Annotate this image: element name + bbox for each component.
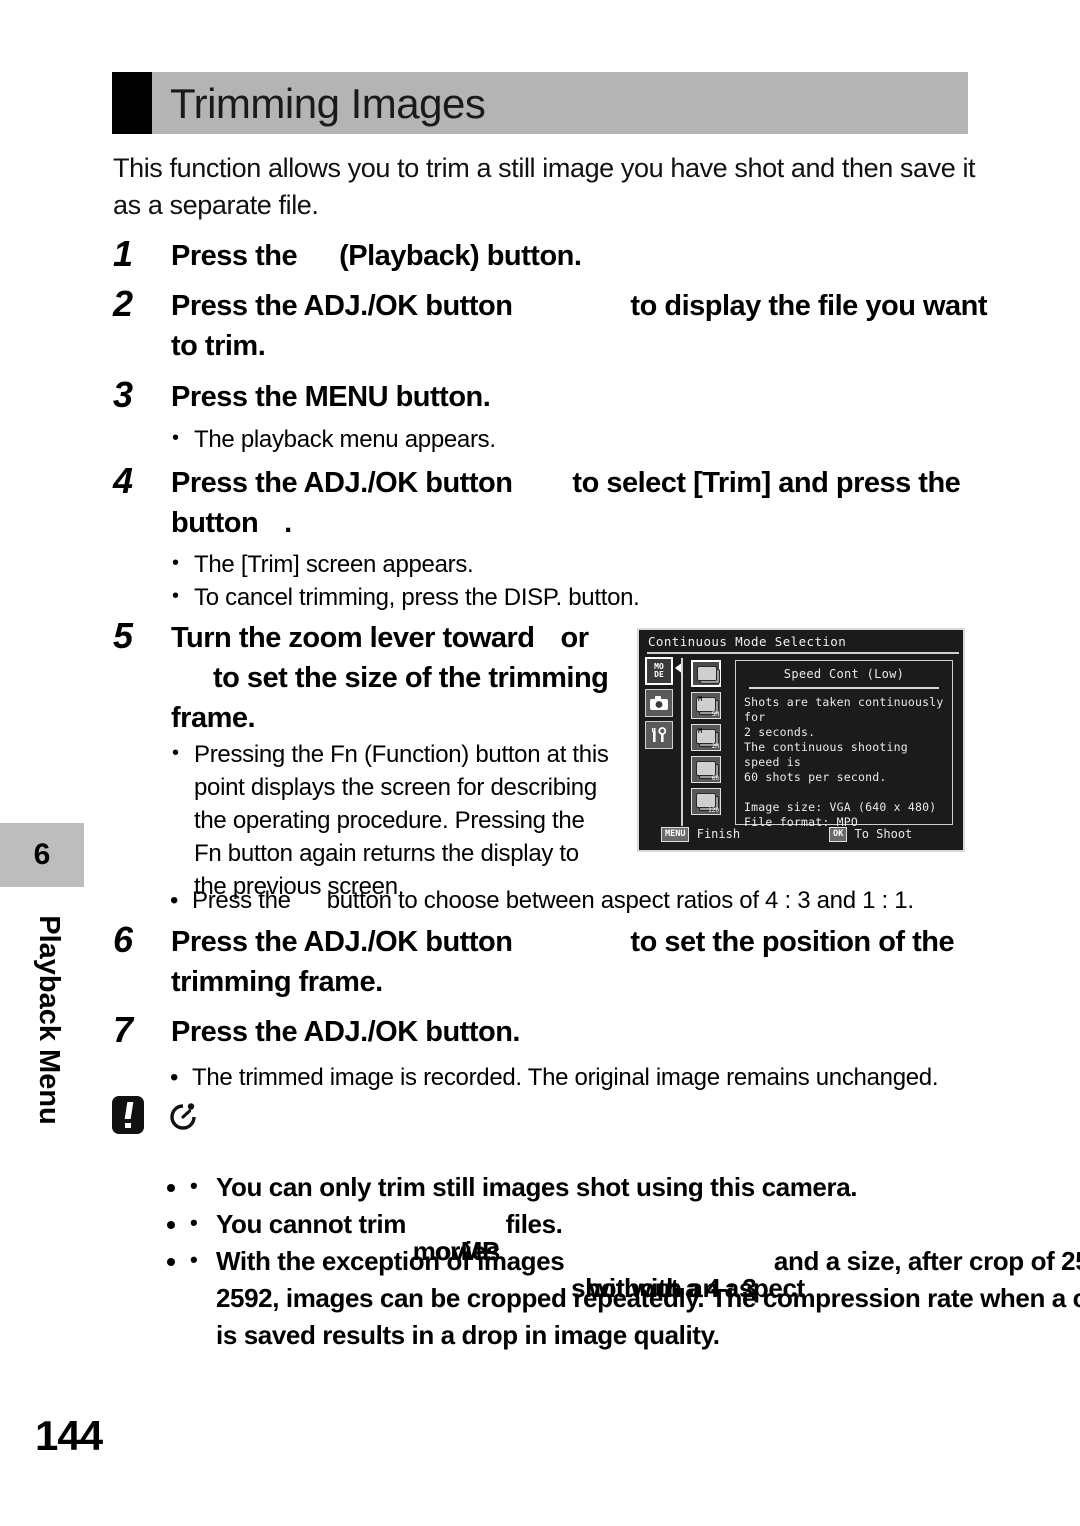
list-item: To cancel trimming, press the DISP. butt… [170, 580, 990, 614]
chapter-label: Playback Menu [33, 915, 66, 1125]
step-6: 6 Press the ADJ./OK button to set the pos… [113, 922, 993, 1002]
aspect-note-before: Press the [192, 887, 291, 914]
manual-page: 6 Playback Menu Trimming Images This fun… [0, 0, 1080, 1526]
page-number: 144 [35, 1412, 103, 1459]
step-4: 4 Press the ADJ./OK button to select [Tri… [113, 463, 993, 543]
step-4-notes: The [Trim] screen appears. To cancel tri… [170, 547, 990, 614]
continuous-icon[interactable] [691, 660, 721, 687]
step-5-text: Turn the zoom lever toward or to set the s… [171, 618, 613, 738]
camera-lcd-screenshot: Continuous Mode Selection MO DE M 5M M 2… [637, 628, 965, 852]
step-7-notes: • The trimmed image is recorded. The orig… [170, 1061, 1050, 1094]
aspect-note-after: button to choose between aspect ratios o… [326, 887, 914, 914]
list-item: You can only trim still images shot usin… [190, 1167, 1080, 1206]
lcd-description-panel: Speed Cont (Low) Shots are taken continu… [735, 660, 953, 829]
caution-icon [112, 1096, 144, 1134]
step-7-number: 7 [113, 1009, 134, 1050]
step-4-number: 4 [113, 460, 134, 501]
note-3-text-a: With the exception of images [216, 1246, 572, 1276]
step-5-notes: Pressing the Fn (Function) button at thi… [170, 737, 610, 903]
speed-cont-5m-icon[interactable]: M 5M [691, 692, 721, 719]
lcd-title-rule [647, 652, 959, 654]
lcd-title: Continuous Mode Selection [648, 634, 847, 649]
step-5: 5 Turn the zoom lever toward or to set the… [113, 618, 613, 738]
lcd-divider [681, 658, 683, 826]
note-1-text: You can only trim still images shot usin… [216, 1172, 858, 1202]
list-item: The [Trim] screen appears. [170, 547, 990, 581]
step-2: 2 Press the ADJ./OK button to display the… [113, 286, 993, 366]
lcd-footer-left[interactable]: MENU Finish [661, 827, 740, 842]
list-item: With the exception of images shot with a… [190, 1241, 1080, 1354]
bullet-marker: • [170, 887, 179, 914]
lcd-panel-body: Shots are taken continuously for 2 secon… [744, 695, 944, 829]
step-2-text-before: Press the ADJ./OK button [171, 290, 513, 322]
lcd-footer: MENU Finish OK To Shoot [639, 827, 963, 847]
setup-tab[interactable] [645, 721, 673, 749]
list-item: The playback menu appears. [170, 422, 990, 456]
step-5-aspect-note: • Press the button to choose between aspec… [170, 884, 1070, 917]
lcd-mode-tab-column: MO DE [645, 657, 675, 753]
step-1-text-after: (Playback) button. [339, 240, 582, 272]
step-6-text-before: Press the ADJ./OK button [171, 926, 513, 958]
page-title: Trimming Images [170, 80, 486, 127]
speed-cont-2m-icon[interactable]: M 2M [691, 724, 721, 751]
step-3: 3 Press the MENU button. [113, 377, 993, 417]
self-timer-icon [166, 1096, 200, 1134]
step-3-number: 3 [113, 374, 134, 415]
step-1-number: 1 [113, 233, 134, 274]
speed-cont-5m-tag: 5M [711, 711, 719, 718]
lcd-footer-right-label: To Shoot [854, 827, 913, 841]
lcd-footer-right[interactable]: OK To Shoot [829, 827, 912, 842]
list-item: Pressing the Fn (Function) button at thi… [170, 737, 610, 903]
shooting-tab[interactable] [645, 689, 673, 717]
step-1: 1 Press the (Playback) button. [113, 236, 993, 276]
step-6-number: 6 [113, 919, 134, 960]
tools-icon [652, 727, 667, 742]
speed-cont-60-icon[interactable]: 60 [691, 756, 721, 783]
note-icon-row [112, 1096, 200, 1134]
note-bullet-list: You can only trim still images shot usin… [150, 1167, 1080, 1354]
section-header-marker [112, 72, 152, 134]
step-1-text: Press the (Playback) button. [171, 236, 993, 276]
step-2-text: Press the ADJ./OK button to display the f… [171, 286, 993, 366]
step-3-notes: The playback menu appears. [170, 422, 990, 456]
note-2-text-b: files. [498, 1209, 563, 1239]
step-1-text-before: Press the [171, 240, 298, 272]
speed-cont-2m-tag: 2M [711, 743, 719, 750]
step-5-text-after: to set the size of the trimming frame. [171, 662, 609, 734]
step-4-text: Press the ADJ./OK button to select [Trim]… [171, 463, 993, 543]
chapter-number: 6 [33, 838, 51, 871]
lcd-panel-title: Speed Cont (Low) [783, 667, 905, 681]
step-5-text-before: Turn the zoom lever toward [171, 622, 535, 654]
speed-cont-120-tag: 120 [708, 807, 719, 814]
list-item: The trimmed image is recorded. The origi… [192, 1064, 939, 1091]
menu-key-icon: MENU [661, 827, 690, 842]
step-3-text: Press the MENU button. [171, 381, 491, 413]
ok-key-icon: OK [829, 827, 848, 842]
lcd-footer-left-label: Finish [696, 827, 741, 841]
camera-icon [650, 696, 668, 710]
note-3-alt-b: without a 4 : 3 [589, 1273, 757, 1303]
intro-paragraph: This function allows you to trim a still… [113, 153, 976, 220]
step-2-number: 2 [113, 283, 134, 324]
step-6-text: Press the ADJ./OK button to set the posit… [171, 922, 993, 1002]
list-item: You cannot trim moviesorMP files. [190, 1204, 1080, 1266]
step-4-text-tail: . [284, 507, 292, 539]
step-7: 7 Press the ADJ./OK button. [113, 1012, 993, 1052]
bullet-marker: • [170, 1064, 179, 1091]
speed-cont-2m-mm: M [698, 727, 703, 735]
speed-cont-120-icon[interactable]: 120 [691, 788, 721, 815]
mode-tab[interactable]: MO DE [645, 657, 673, 685]
lcd-option-icon-column: M 5M M 2M 60 120 [691, 660, 725, 820]
step-4-text-before: Press the ADJ./OK button [171, 467, 513, 499]
step-5-number: 5 [113, 615, 134, 656]
speed-cont-60-tag: 60 [711, 775, 719, 782]
speed-cont-5m-mm: M [698, 695, 703, 703]
step-5-mid: or [560, 622, 590, 654]
step-7-text: Press the ADJ./OK button. [171, 1016, 520, 1048]
note-2-text-a: You cannot trim [216, 1209, 413, 1239]
